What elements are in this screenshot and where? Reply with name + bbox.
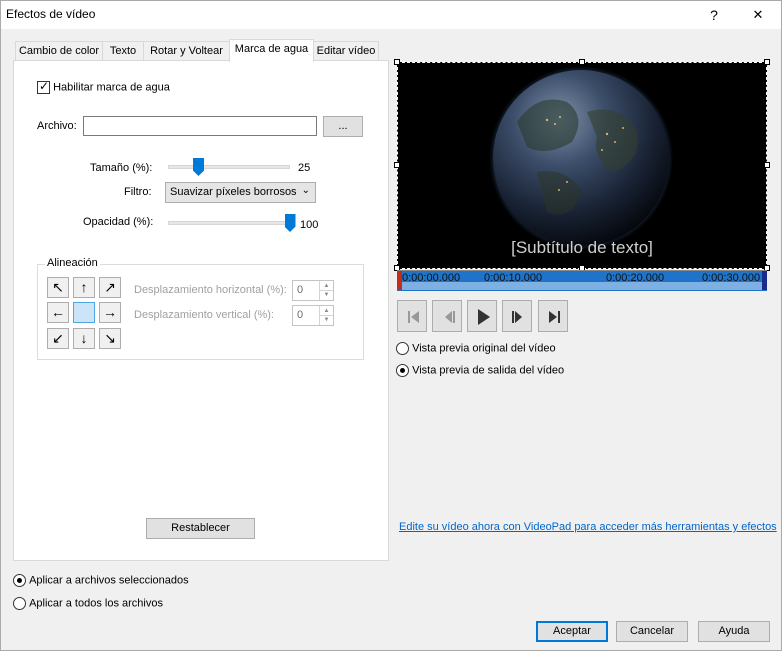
preview-output-label: Vista previa de salida del vídeo [412,364,565,377]
watermark-panel: ✓ Habilitar marca de agua Archivo: ... T… [13,60,389,561]
preview-original-label: Vista previa original del vídeo [412,342,556,355]
resize-handle[interactable] [579,59,585,65]
align-top-left-button[interactable]: ↖ [47,277,69,298]
skip-start-icon [408,311,419,323]
go-to-end-button[interactable] [538,300,568,332]
help-button[interactable]: Ayuda [698,621,770,642]
go-to-start-button[interactable] [397,300,427,332]
apply-all-label: Aplicar a todos los archivos [29,597,163,610]
subtitle-overlay: [Subtítulo de texto] [511,238,653,257]
tab-color-change[interactable]: Cambio de color [15,41,103,61]
align-top-right-button[interactable]: ↗ [99,277,121,298]
apply-selected-radio[interactable] [13,574,26,587]
opacity-label: Opacidad (%): [83,216,154,228]
align-bottom-right-button[interactable]: ↘ [99,328,121,349]
tab-watermark[interactable]: Marca de agua [229,39,314,62]
filter-selected-value: Suavizar píxeles borrosos [170,186,297,198]
enable-watermark-label: Habilitar marca de agua [53,81,170,94]
opacity-slider-track[interactable] [168,221,290,225]
end-marker[interactable] [762,271,767,290]
size-label: Tamaño (%): [90,162,153,174]
radio-selected-dot [400,368,405,373]
file-label: Archivo: [37,120,77,132]
align-center-button[interactable] [73,302,95,323]
ok-button[interactable]: Aceptar [536,621,608,642]
filter-select[interactable]: Suavizar píxeles borrosos ⌄ [165,182,316,203]
tab-text[interactable]: Texto [102,41,144,61]
spin-down-icon[interactable]: ▼ [319,315,333,325]
radio-selected-dot [17,578,22,583]
enable-watermark-row[interactable]: ✓ Habilitar marca de agua [37,79,170,94]
resize-handle[interactable] [764,162,770,168]
step-forward-icon [512,311,522,323]
vertical-offset-spinner[interactable]: 0 ▲ ▼ [292,305,334,326]
filter-label: Filtro: [124,186,152,198]
file-path-input[interactable] [83,116,317,136]
opacity-value: 100 [300,219,319,231]
cancel-button[interactable]: Cancelar [616,621,688,642]
video-preview[interactable]: [Subtítulo de texto] [397,62,767,269]
play-icon [478,309,490,325]
play-button[interactable] [467,300,497,332]
preview-original-radio[interactable] [396,342,409,355]
apply-selected-option[interactable]: Aplicar a archivos seleccionados [13,574,189,587]
help-icon[interactable]: ? [694,1,734,29]
step-back-icon [445,311,455,323]
horizontal-offset-spinner[interactable]: 0 ▲ ▼ [292,280,334,301]
align-bottom-left-button[interactable]: ↙ [47,328,69,349]
tab-edit-video[interactable]: Editar vídeo [313,41,379,61]
preview-output-radio[interactable] [396,364,409,377]
timeline-range [402,282,762,290]
size-slider-track[interactable] [168,165,290,169]
preview-original-option[interactable]: Vista previa original del vídeo [396,342,556,355]
vertical-offset-value: 0 [297,309,304,321]
align-right-button[interactable]: → [99,302,121,323]
size-slider-thumb[interactable] [193,158,204,176]
chevron-down-icon: ⌄ [301,185,310,196]
skip-end-icon [549,311,560,323]
reset-button[interactable]: Restablecer [146,518,255,539]
apply-selected-label: Aplicar a archivos seleccionados [29,574,189,587]
opacity-slider-thumb[interactable] [284,214,296,232]
close-icon[interactable]: ✕ [738,1,778,29]
enable-watermark-checkbox[interactable]: ✓ [37,79,50,94]
horizontal-offset-label: Desplazamiento horizontal (%): [134,284,287,296]
video-effects-dialog: Efectos de vídeo ? ✕ Cambio de color Tex… [0,0,782,651]
checkmark-icon: ✓ [39,79,50,93]
align-bottom-button[interactable]: ↓ [73,328,95,349]
videopad-link[interactable]: Edite su vídeo ahora con VideoPad para a… [399,521,777,533]
apply-all-option[interactable]: Aplicar a todos los archivos [13,597,163,610]
vertical-offset-label: Desplazamiento vertical (%): [134,309,274,321]
spin-down-icon[interactable]: ▼ [319,290,333,300]
align-left-button[interactable]: ← [47,302,69,323]
next-frame-button[interactable] [502,300,532,332]
tab-rotate-flip[interactable]: Rotar y Voltear [143,41,230,61]
alignment-label: Alineación [45,257,100,269]
resize-handle[interactable] [394,59,400,65]
window-title: Efectos de vídeo [6,7,96,21]
preview-output-option[interactable]: Vista previa de salida del vídeo [396,364,564,377]
size-value: 25 [298,162,311,174]
resize-handle[interactable] [394,162,400,168]
apply-all-radio[interactable] [13,597,26,610]
align-top-button[interactable]: ↑ [73,277,95,298]
title-bar: Efectos de vídeo ? ✕ [1,1,781,29]
resize-handle[interactable] [764,59,770,65]
horizontal-offset-value: 0 [297,284,304,296]
previous-frame-button[interactable] [432,300,462,332]
browse-file-button[interactable]: ... [323,116,363,137]
timeline-bar[interactable]: 0:00:00.000 0:00:10.000 0:00:20.000 0:00… [397,270,767,291]
